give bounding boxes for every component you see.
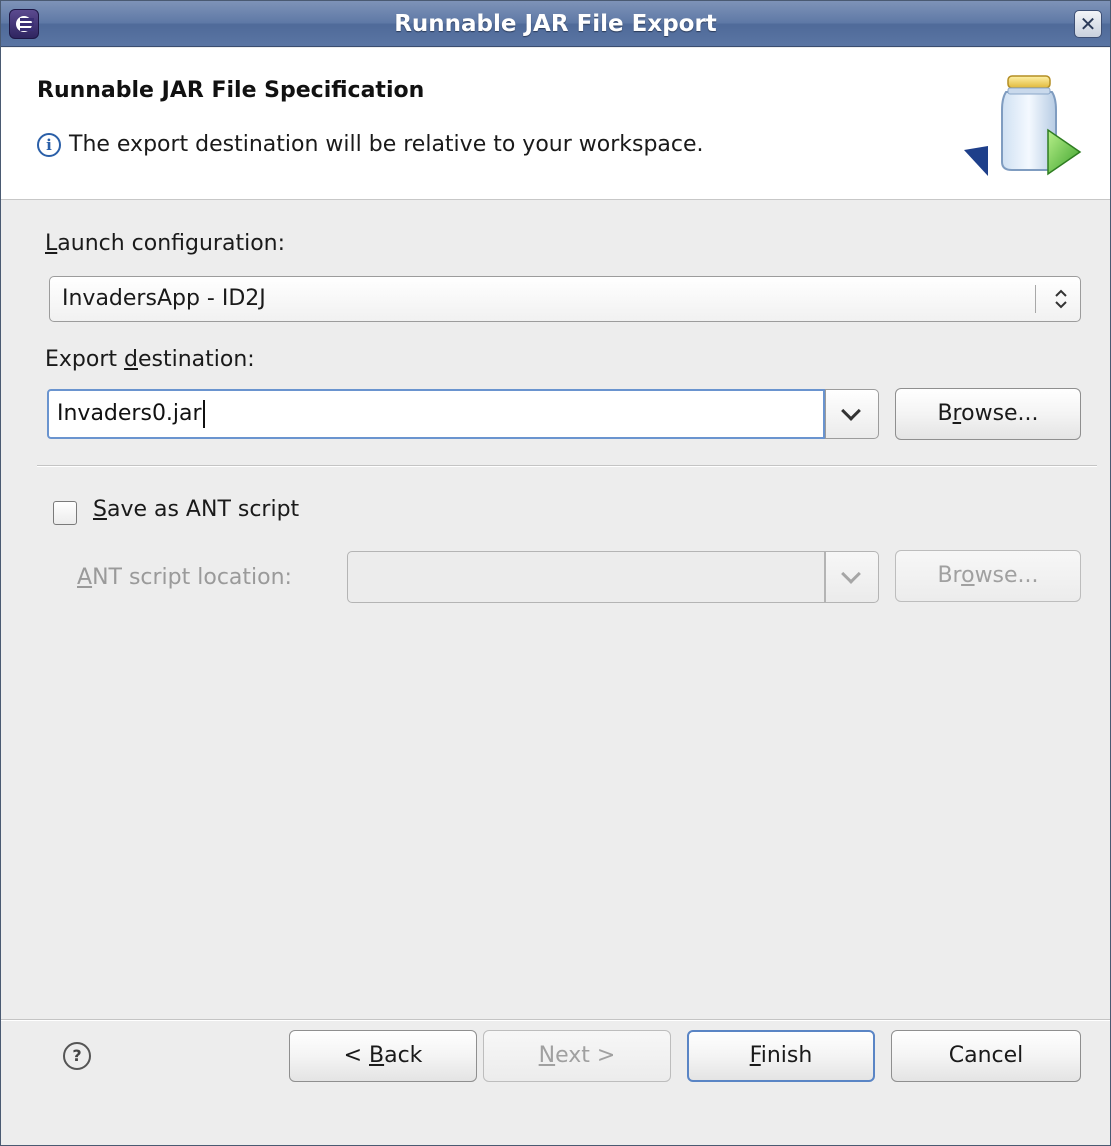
cancel-button[interactable]: Cancel xyxy=(891,1030,1081,1082)
updown-arrows-icon xyxy=(1054,277,1068,321)
export-destination-combo[interactable]: Invaders0.jar xyxy=(47,389,879,439)
ant-browse-button[interactable]: Browse... xyxy=(895,550,1081,602)
launch-config-select[interactable]: InvadersApp - ID2J xyxy=(49,276,1081,322)
jar-export-icon xyxy=(964,75,1082,176)
save-ant-label[interactable]: Save as ANT script xyxy=(93,497,299,522)
launch-config-label: Launch configuration: xyxy=(45,231,286,256)
close-button[interactable]: ✕ xyxy=(1074,10,1102,38)
header-banner: Runnable JAR File Specification i The ex… xyxy=(1,48,1110,200)
ant-location-dropdown[interactable] xyxy=(825,551,879,603)
back-button[interactable]: < Back xyxy=(289,1030,477,1082)
export-dialog: Runnable JAR File Export ✕ Runnable JAR … xyxy=(0,0,1111,1146)
title-bar[interactable]: Runnable JAR File Export ✕ xyxy=(1,1,1110,47)
export-destination-input[interactable]: Invaders0.jar xyxy=(47,389,825,439)
window-title: Runnable JAR File Export xyxy=(394,11,717,37)
export-destination-label: Export destination: xyxy=(45,347,255,372)
next-button[interactable]: Next > xyxy=(483,1030,671,1082)
info-message-text: The export destination will be relative … xyxy=(69,132,704,157)
help-icon[interactable]: ? xyxy=(63,1042,91,1070)
select-divider xyxy=(1035,285,1036,313)
chevron-down-icon xyxy=(841,564,861,584)
text-cursor xyxy=(202,400,205,428)
save-ant-checkbox[interactable] xyxy=(53,501,77,525)
info-icon: i xyxy=(37,132,61,157)
finish-button[interactable]: Finish xyxy=(687,1030,875,1082)
footer-divider xyxy=(1,1019,1110,1021)
export-destination-dropdown[interactable] xyxy=(825,389,879,439)
chevron-down-icon xyxy=(841,401,861,421)
export-destination-value: Invaders0.jar xyxy=(57,401,202,426)
ant-location-label: ANT script location: xyxy=(77,565,292,590)
ant-location-input[interactable] xyxy=(347,551,825,603)
page-title: Runnable JAR File Specification xyxy=(37,78,425,103)
launch-config-value: InvadersApp - ID2J xyxy=(62,286,266,311)
divider xyxy=(37,465,1097,467)
info-message: i The export destination will be relativ… xyxy=(37,132,704,157)
browse-button[interactable]: Browse... xyxy=(895,388,1081,440)
